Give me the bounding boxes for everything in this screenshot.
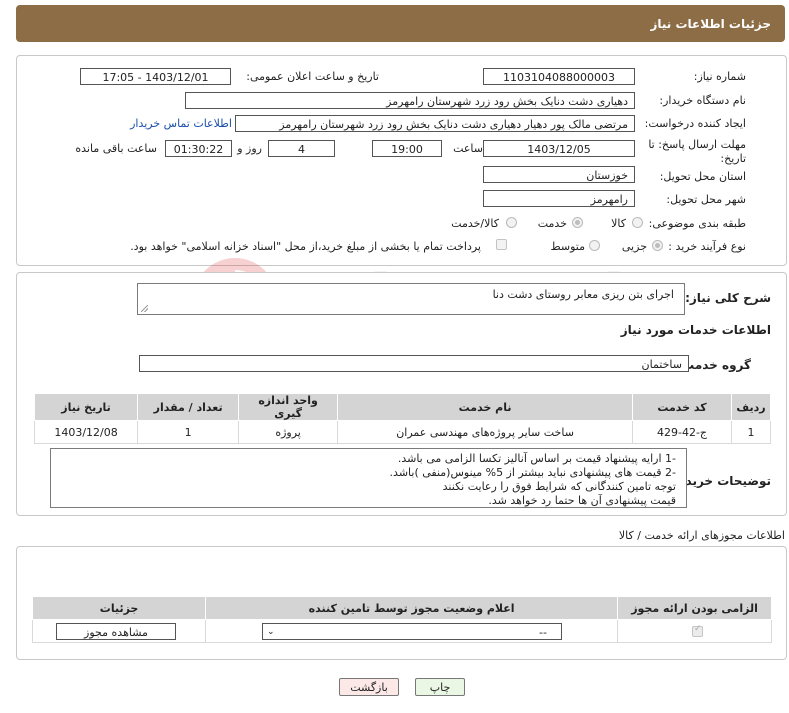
days-remaining-field: 4 (268, 140, 335, 157)
treasury-payment-note: پرداخت تمام یا بخشی از مبلغ خرید،از محل … (130, 240, 481, 253)
deadline-time-field: 19:00 (372, 140, 442, 157)
permit-status-select[interactable]: -- ⌄ (262, 623, 562, 640)
col-permit-details: جزئیات (31, 596, 207, 620)
col-unit: واحد اندازه گیری (238, 393, 339, 421)
services-section-title: اطلاعات خدمات مورد نیاز (620, 323, 771, 337)
col-need-date: تاریخ نیاز (33, 393, 139, 421)
process-radio-medium[interactable] (589, 240, 600, 251)
cell-unit: پروژه (238, 420, 339, 444)
chevron-down-icon: ⌄ (267, 627, 275, 637)
need-number-field: 1103104088000003 (483, 68, 635, 85)
need-number-label: شماره نیاز: (693, 70, 746, 83)
cell-quantity: 1 (137, 420, 240, 444)
service-group-field: ساختمان (139, 355, 689, 372)
permits-header-row: الزامی بودن ارائه مجوز اعلام وضعیت مجوز … (31, 596, 772, 620)
cell-row-number: 1 (731, 420, 771, 444)
deadline-date-field: 1403/12/05 (483, 140, 635, 157)
need-description-label: شرح کلی نیاز: (685, 291, 771, 305)
col-quantity: تعداد / مقدار (137, 393, 240, 421)
category-radio-goods-service[interactable] (506, 217, 517, 228)
permit-status-value: -- (539, 626, 547, 639)
print-button[interactable]: چاپ (415, 678, 465, 696)
category-label: طبقه بندی موضوعی: (648, 217, 746, 230)
creator-field: مرتضی مالک پور دهیار دهیاری دشت دنایک بخ… (235, 115, 635, 132)
page-title: جزئیات اطلاعات نیاز (650, 17, 771, 31)
province-label: استان محل تحویل: (659, 170, 746, 183)
category-option-goods-service: کالا/خدمت (451, 217, 499, 230)
buyer-org-field: دهیاری دشت دنایک بخش رود زرد شهرستان رام… (185, 92, 635, 109)
col-permit-status: اعلام وضعیت مجوز توسط تامین کننده (205, 596, 619, 620)
remaining-label: ساعت باقی مانده (75, 142, 157, 155)
buyer-note-line: توجه تامین کنندگانی که شرایط فوق را رعای… (442, 480, 676, 493)
buyer-note-line: قیمت پیشنهادی آن ها حتما رد خواهد شد. (488, 494, 676, 507)
col-service-name: نام خدمت (337, 393, 634, 421)
cell-service-code: ج-42-429 (632, 420, 732, 444)
resize-grip-icon[interactable] (141, 305, 148, 312)
province-field: خوزستان (483, 166, 635, 183)
days-label: روز و (237, 142, 262, 155)
category-option-goods: کالا (611, 217, 626, 230)
cell-service-name: ساخت سایر پروژه‌های مهندسی عمران (337, 420, 634, 444)
col-service-code: کد خدمت (632, 393, 732, 421)
deadline-label: مهلت ارسال پاسخ: تا تاریخ: (648, 138, 746, 165)
cell-need-date: 1403/12/08 (33, 420, 139, 444)
announce-field: 1403/12/01 - 17:05 (80, 68, 231, 85)
back-button[interactable]: بازگشت (339, 678, 399, 696)
need-description-textarea[interactable]: اجرای بتن ریزی معابر روستای دشت دنا (137, 283, 685, 315)
creator-label: ایجاد کننده درخواست: (644, 117, 746, 130)
buyer-note-line: -2 قیمت های پیشنهادی نباید بیشتر از 5% م… (389, 466, 676, 479)
table-row: 1 ج-42-429 ساخت سایر پروژه‌های مهندسی عم… (33, 420, 771, 444)
view-permit-button[interactable]: مشاهده مجوز (56, 623, 176, 640)
buyer-note-line: -1 ارایه پیشنهاد قیمت بر اساس آنالیز تکس… (397, 452, 676, 465)
category-radio-goods[interactable] (632, 217, 643, 228)
services-table-header-row: ردیف کد خدمت نام خدمت واحد اندازه گیری ت… (33, 393, 771, 421)
page-header: جزئیات اطلاعات نیاز (16, 5, 785, 42)
process-option-minor: جزیی (621, 240, 647, 253)
permit-required-checkbox: ✓ (692, 624, 703, 637)
buyer-notes-textarea[interactable]: -1 ارایه پیشنهاد قیمت بر اساس آنالیز تکس… (50, 448, 687, 508)
col-row-number: ردیف (731, 393, 771, 421)
treasury-payment-checkbox[interactable] (496, 239, 507, 250)
city-field: رامهرمز (483, 190, 635, 207)
announce-label: تاریخ و ساعت اعلان عمومی: (246, 70, 379, 83)
city-label: شهر محل تحویل: (666, 193, 746, 206)
buyer-contact-link[interactable]: اطلاعات تماس خریدار (130, 117, 232, 130)
permits-section-title: اطلاعات مجوزهای ارائه خدمت / کالا (618, 529, 785, 542)
category-radio-service[interactable] (572, 217, 583, 228)
buyer-org-label: نام دستگاه خریدار: (659, 94, 746, 107)
services-table: ردیف کد خدمت نام خدمت واحد اندازه گیری ت… (33, 393, 771, 444)
process-radio-minor[interactable] (652, 240, 663, 251)
deadline-time-label: ساعت (453, 142, 483, 155)
category-option-service: خدمت (537, 217, 567, 230)
checkmark-icon: ✓ (694, 624, 702, 634)
need-description-text: اجرای بتن ریزی معابر روستای دشت دنا (492, 288, 674, 301)
col-permit-required: الزامی بودن ارائه مجوز (617, 596, 772, 620)
process-label: نوع فرآیند خرید : (668, 240, 746, 253)
process-option-medium: متوسط (550, 240, 585, 253)
remaining-time-field: 01:30:22 (165, 140, 232, 157)
